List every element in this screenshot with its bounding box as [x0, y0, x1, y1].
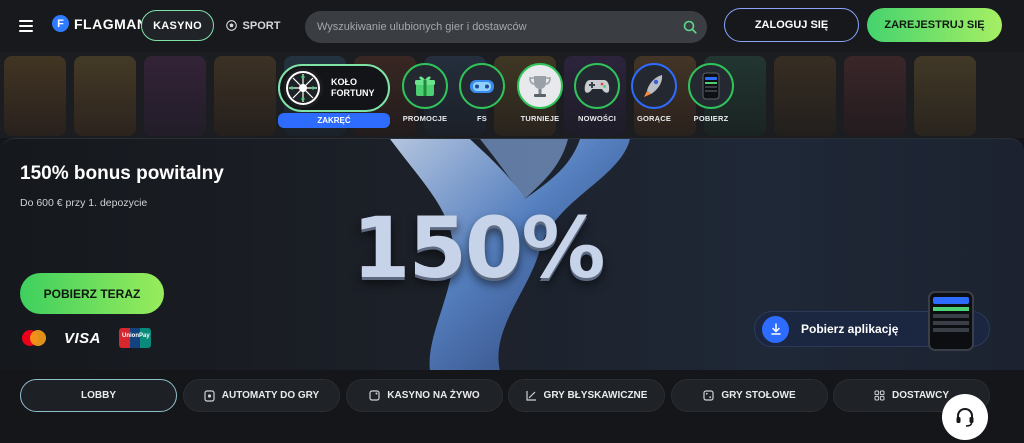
register-button[interactable]: ZAREJESTRUJ SIĘ [867, 8, 1002, 42]
login-button[interactable]: ZALOGUJ SIĘ [724, 8, 859, 42]
hero-big-number: 150% [352, 199, 606, 297]
tab-lobby[interactable]: LOBBY [20, 379, 177, 412]
wheel-label: KOŁO FORTUNY [331, 77, 375, 98]
slot-icon [204, 389, 215, 402]
tab-label: LOBBY [81, 390, 116, 401]
hero-subtitle: Do 600 € przy 1. depozycie [20, 197, 148, 209]
tab-slots[interactable]: AUTOMATY DO GRY [183, 379, 340, 412]
spin-button[interactable]: ZAKRĘĆ [278, 113, 390, 128]
gamepad-icon [574, 63, 620, 109]
download-now-button[interactable]: POBIERZ TERAZ [20, 273, 164, 314]
category-label: POBIERZ [693, 114, 729, 123]
wheel-of-fortune-card[interactable]: KOŁO FORTUNY [278, 64, 390, 112]
search-icon[interactable] [683, 20, 697, 34]
category-strip: KOŁO FORTUNY [0, 52, 1024, 138]
wheel-icon [283, 68, 323, 108]
payment-methods: VISA UnionPay [22, 328, 152, 348]
logo[interactable]: F FLAGMAN [52, 15, 148, 32]
category-pobierz[interactable]: POBIERZ [686, 63, 736, 123]
tab-live-casino[interactable]: KASYNO NA ŻYWO [346, 379, 503, 412]
hamburger-icon [19, 20, 33, 32]
category-label: TURNIEJE [520, 114, 560, 123]
tab-instant-games[interactable]: GRY BŁYSKAWICZNE [508, 379, 665, 412]
category-fs[interactable]: FS [457, 63, 507, 123]
category-nowosci[interactable]: NOWOŚCI [572, 63, 622, 123]
game-tabs: LOBBY AUTOMATY DO GRY KASYNO NA ŻYWO GRY… [0, 370, 1024, 443]
mastercard-logo [22, 330, 46, 346]
visa-logo: VISA [64, 329, 102, 347]
category-label: PROMOCJE [402, 114, 448, 123]
tab-label: AUTOMATY DO GRY [221, 390, 320, 401]
search-input[interactable] [317, 21, 683, 33]
support-chat-button[interactable] [942, 394, 988, 440]
nav-casino-tab[interactable]: KASYNO [141, 10, 214, 41]
logo-text: FLAGMAN [74, 15, 148, 32]
nav-sport-tab[interactable]: SPORT [220, 10, 286, 41]
category-label: FS [477, 114, 487, 123]
trophy-icon [517, 63, 563, 109]
download-icon [762, 315, 789, 343]
category-label: NOWOŚCI [577, 114, 617, 123]
top-bar: F FLAGMAN KASYNO SPORT ZALOGUJ SIĘ ZAREJ… [0, 0, 1024, 52]
category-label: GORĄCE [636, 114, 672, 123]
nav-sport-label: SPORT [242, 19, 281, 32]
gift-icon [402, 63, 448, 109]
rocket-icon [631, 63, 677, 109]
tab-label: KASYNO NA ŻYWO [387, 390, 480, 401]
tab-label: GRY BŁYSKAWICZNE [543, 390, 648, 401]
tab-label: DOSTAWCY [891, 390, 950, 401]
phone-icon [688, 63, 734, 109]
grid-icon [874, 390, 885, 401]
soccer-ball-icon [225, 20, 237, 31]
controller-icon [459, 63, 505, 109]
hero-banner: 150% 150% bonus powitalny Do 600 € przy … [0, 138, 1024, 370]
menu-button[interactable] [10, 12, 42, 40]
tab-label: GRY STOŁOWE [721, 390, 796, 401]
unionpay-logo: UnionPay [119, 328, 152, 348]
category-gorace[interactable]: GORĄCE [629, 63, 679, 123]
tab-table-games[interactable]: GRY STOŁOWE [671, 379, 828, 412]
hero-title: 150% bonus powitalny [20, 163, 224, 184]
chart-icon [525, 391, 536, 401]
category-turnieje[interactable]: TURNIEJE [515, 63, 565, 123]
logo-mark: F [52, 15, 69, 32]
search-bar [305, 11, 707, 43]
live-icon [369, 390, 380, 401]
category-promocje[interactable]: PROMOCJE [400, 63, 450, 123]
phone-mockup [928, 291, 974, 351]
download-app-label: Pobierz aplikację [801, 322, 899, 336]
headset-icon [956, 407, 974, 427]
dice-icon [703, 390, 714, 401]
background-game-tiles [0, 56, 1024, 136]
